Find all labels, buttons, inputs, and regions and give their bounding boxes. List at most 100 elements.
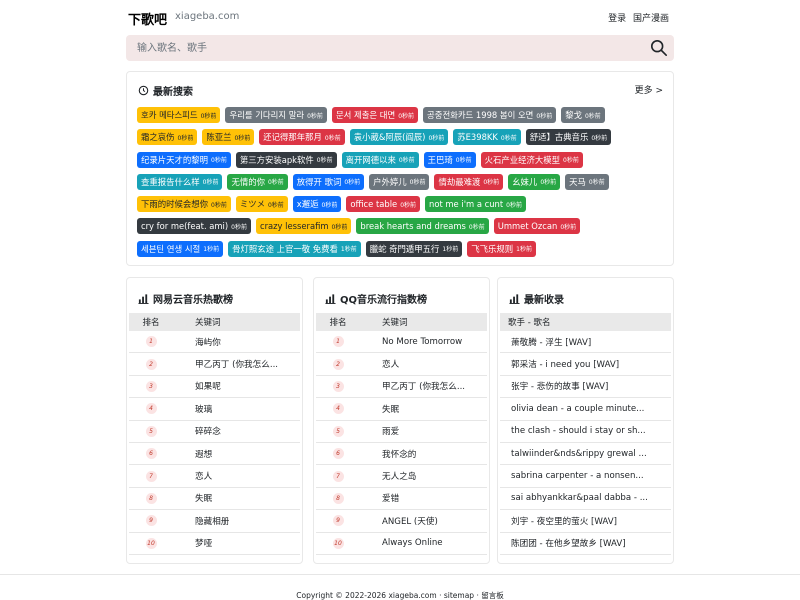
search-tag[interactable]: office table 0秒前 <box>346 196 421 213</box>
search-input[interactable] <box>126 35 636 61</box>
table-row[interactable]: 5 碎碎念 <box>129 421 300 443</box>
table-row[interactable]: 2 恋人 <box>316 353 487 376</box>
search-tag[interactable]: 호카 메타스피드 0秒前 <box>137 107 221 123</box>
login-link[interactable]: 登录 <box>608 14 626 24</box>
table-row[interactable]: 6 我怀念的 <box>316 443 487 466</box>
table-row[interactable]: 8 失眠 <box>129 488 300 511</box>
bar-chart-icon <box>325 294 336 304</box>
table-row[interactable]: 1 海屿你 <box>129 331 300 354</box>
netease-list: 1 海屿你 2 甲乙丙丁 (你我怎么... 3 如果呢 4 玻璃 5 碎碎念 6 遐想 7 恋人 8 失眠 9 隐… <box>129 331 300 555</box>
search-tag[interactable]: cry for me(feat. ami) 0秒前 <box>137 218 251 235</box>
search-tag[interactable]: 苏E398KK 0秒前 <box>453 129 521 146</box>
search-tag[interactable]: 火石产业经济大模型 0秒前 <box>480 151 583 168</box>
table-row[interactable]: 5 雨爱 <box>316 421 487 443</box>
list-item[interactable]: 萧敬腾 - 浮生 [WAV] <box>500 331 671 354</box>
recent-title: 最新收录 <box>509 291 564 306</box>
list-item[interactable]: 张宇 - 悲伤的故事 [WAV] <box>500 376 671 399</box>
search-tag[interactable]: 霜之哀伤 0秒前 <box>137 129 198 146</box>
search-tag[interactable]: x邂逅 0秒前 <box>292 196 342 213</box>
guestbook-link[interactable]: 留言板 <box>481 591 504 600</box>
search-tag[interactable]: 幺妹儿 0秒前 <box>508 173 561 190</box>
netease-chart-title: 网易云音乐热歌榜 <box>138 291 233 306</box>
tag-cloud: 호카 메타스피드 0秒前 우리를 기다리지 말라 0秒前 문서 제출은 대면 0秒前 공중전… <box>137 107 665 263</box>
rank-badge: 8 <box>145 492 157 504</box>
list-item[interactable]: talwiinder&nds&rippy grewal ... <box>500 443 671 466</box>
qq-chart-title: QQ音乐流行指数榜 <box>325 291 427 306</box>
keyword: 如果呢 <box>195 382 221 393</box>
table-row[interactable]: 9 隐藏相册 <box>129 510 300 533</box>
table-row[interactable]: 3 甲乙丙丁 (你我怎么... <box>316 376 487 399</box>
search-tag[interactable]: 天马 0秒前 <box>565 173 609 190</box>
search-icon[interactable] <box>650 39 668 57</box>
list-item[interactable]: 陈团团 - 在他乡望故乡 [WAV] <box>500 533 671 555</box>
search-tag[interactable]: not me i'm a cunt 0秒前 <box>425 196 526 213</box>
table-row[interactable]: 4 失眠 <box>316 398 487 421</box>
list-item[interactable]: 郭采洁 - i need you [WAV] <box>500 353 671 376</box>
table-row[interactable]: 7 恋人 <box>129 465 300 488</box>
comics-link[interactable]: 国产漫画 <box>633 14 669 24</box>
rank-badge: 6 <box>145 448 157 460</box>
site-logo[interactable]: 下歌吧 <box>128 9 167 28</box>
search-tag[interactable]: 黎戈 0秒前 <box>561 107 605 123</box>
rank-badge: 9 <box>145 515 157 527</box>
search-tag[interactable]: 骨灯照玄途 上官一敬 免费看 1秒前 <box>228 240 361 257</box>
tag-row: 查重报告什么样 0秒前 无情的你 0秒前 放得开 歌词 0秒前 户外婷儿 0秒前 情劫最难渡 0秒… <box>137 173 665 190</box>
keyword: 恋人 <box>382 360 400 371</box>
rank-badge: 7 <box>332 470 344 482</box>
rank-badge: 5 <box>145 425 157 437</box>
top-nav: 登录 国产漫画 <box>604 11 669 24</box>
search-tag[interactable]: 放得开 歌词 0秒前 <box>292 173 365 190</box>
search-tag[interactable]: 纪录片天才的黎明 0秒前 <box>137 151 231 168</box>
search-tag[interactable]: 공중전화카드 1998 봄이 오면 0秒前 <box>423 107 557 123</box>
search-tag[interactable]: 우리를 기다리지 말라 0秒前 <box>225 107 327 123</box>
search-tag[interactable]: 查重报告什么样 0秒前 <box>137 173 223 190</box>
search-tag[interactable]: 세븐틴 연생 시절 1秒前 <box>137 240 224 257</box>
search-tag[interactable]: 无情的你 0秒前 <box>227 173 288 190</box>
table-row[interactable]: 7 无人之岛 <box>316 465 487 488</box>
list-item[interactable]: 刘宇 - 夜空里的萤火 [WAV] <box>500 510 671 533</box>
search-tag[interactable]: Ummet Ozcan 0秒前 <box>493 218 581 235</box>
search-tag[interactable]: 离开网德以来 0秒前 <box>341 151 419 168</box>
table-row[interactable]: 2 甲乙丙丁 (你我怎么... <box>129 353 300 376</box>
search-tag[interactable]: 飞飞乐规则 1秒前 <box>467 240 536 257</box>
latest-search-title: 最新搜索 <box>138 83 193 98</box>
search-tag[interactable]: 户外婷儿 0秒前 <box>369 173 430 190</box>
search-tag[interactable]: crazy lesserafim 0秒前 <box>255 218 352 235</box>
rank-badge: 4 <box>145 403 157 415</box>
rank-badge: 7 <box>145 470 157 482</box>
keyword: 恋人 <box>195 472 213 483</box>
search-tag[interactable]: 下雨的时候会想你 0秒前 <box>137 196 231 213</box>
search-tag[interactable]: break hearts and dreams 0秒前 <box>356 218 489 235</box>
table-row[interactable]: 6 遐想 <box>129 443 300 466</box>
list-item[interactable]: olivia dean - a couple minute... <box>500 398 671 421</box>
search-tag[interactable]: ミツメ 0秒前 <box>235 196 288 213</box>
search-tag[interactable]: 舒适】古典音乐 0秒前 <box>525 129 612 146</box>
search-tag[interactable]: 情劫最难渡 0秒前 <box>434 173 504 190</box>
rank-badge: 9 <box>332 515 344 527</box>
keyword: 碎碎念 <box>195 427 221 438</box>
netease-chart-card: 网易云音乐热歌榜 排名 关键词 1 海屿你 2 甲乙丙丁 (你我怎么... 3 如果呢 4 玻… <box>126 277 303 564</box>
table-row[interactable]: 9 ANGEL (天使) <box>316 510 487 533</box>
table-row[interactable]: 8 爱错 <box>316 488 487 511</box>
list-item[interactable]: the clash - should i stay or sh... <box>500 421 671 443</box>
table-row[interactable]: 3 如果呢 <box>129 376 300 399</box>
search-tag[interactable]: 王巴琦 0秒前 <box>423 151 476 168</box>
search-tag[interactable]: 袁小葳&阿辰(阎辰) 0秒前 <box>349 129 449 146</box>
table-header: 歌手 - 歌名 <box>500 313 671 331</box>
table-row[interactable]: 10 Always Online <box>316 533 487 555</box>
table-row[interactable]: 1 No More Tomorrow <box>316 331 487 354</box>
search-tag[interactable]: 문서 제출은 대면 0秒前 <box>331 107 419 123</box>
bar-chart-icon <box>509 294 520 304</box>
list-item[interactable]: sabrina carpenter - a nonsen... <box>500 465 671 488</box>
search-tag[interactable]: 臘蛇 奇門遁甲五行 1秒前 <box>365 240 463 257</box>
more-link[interactable]: 更多 > <box>635 83 663 96</box>
rank-badge: 2 <box>332 358 344 370</box>
sitemap-link[interactable]: sitemap <box>444 591 474 600</box>
table-row[interactable]: 10 梦哑 <box>129 533 300 555</box>
search-tag[interactable]: 还记得那年那月 0秒前 <box>259 129 345 146</box>
keyword: ANGEL (天使) <box>382 516 438 527</box>
search-tag[interactable]: 第三方安装apk软件 0秒前 <box>235 151 337 168</box>
table-row[interactable]: 4 玻璃 <box>129 398 300 421</box>
search-tag[interactable]: 陈亚兰 0秒前 <box>202 129 255 146</box>
list-item[interactable]: sai abhyankkar&paal dabba - ... <box>500 488 671 511</box>
